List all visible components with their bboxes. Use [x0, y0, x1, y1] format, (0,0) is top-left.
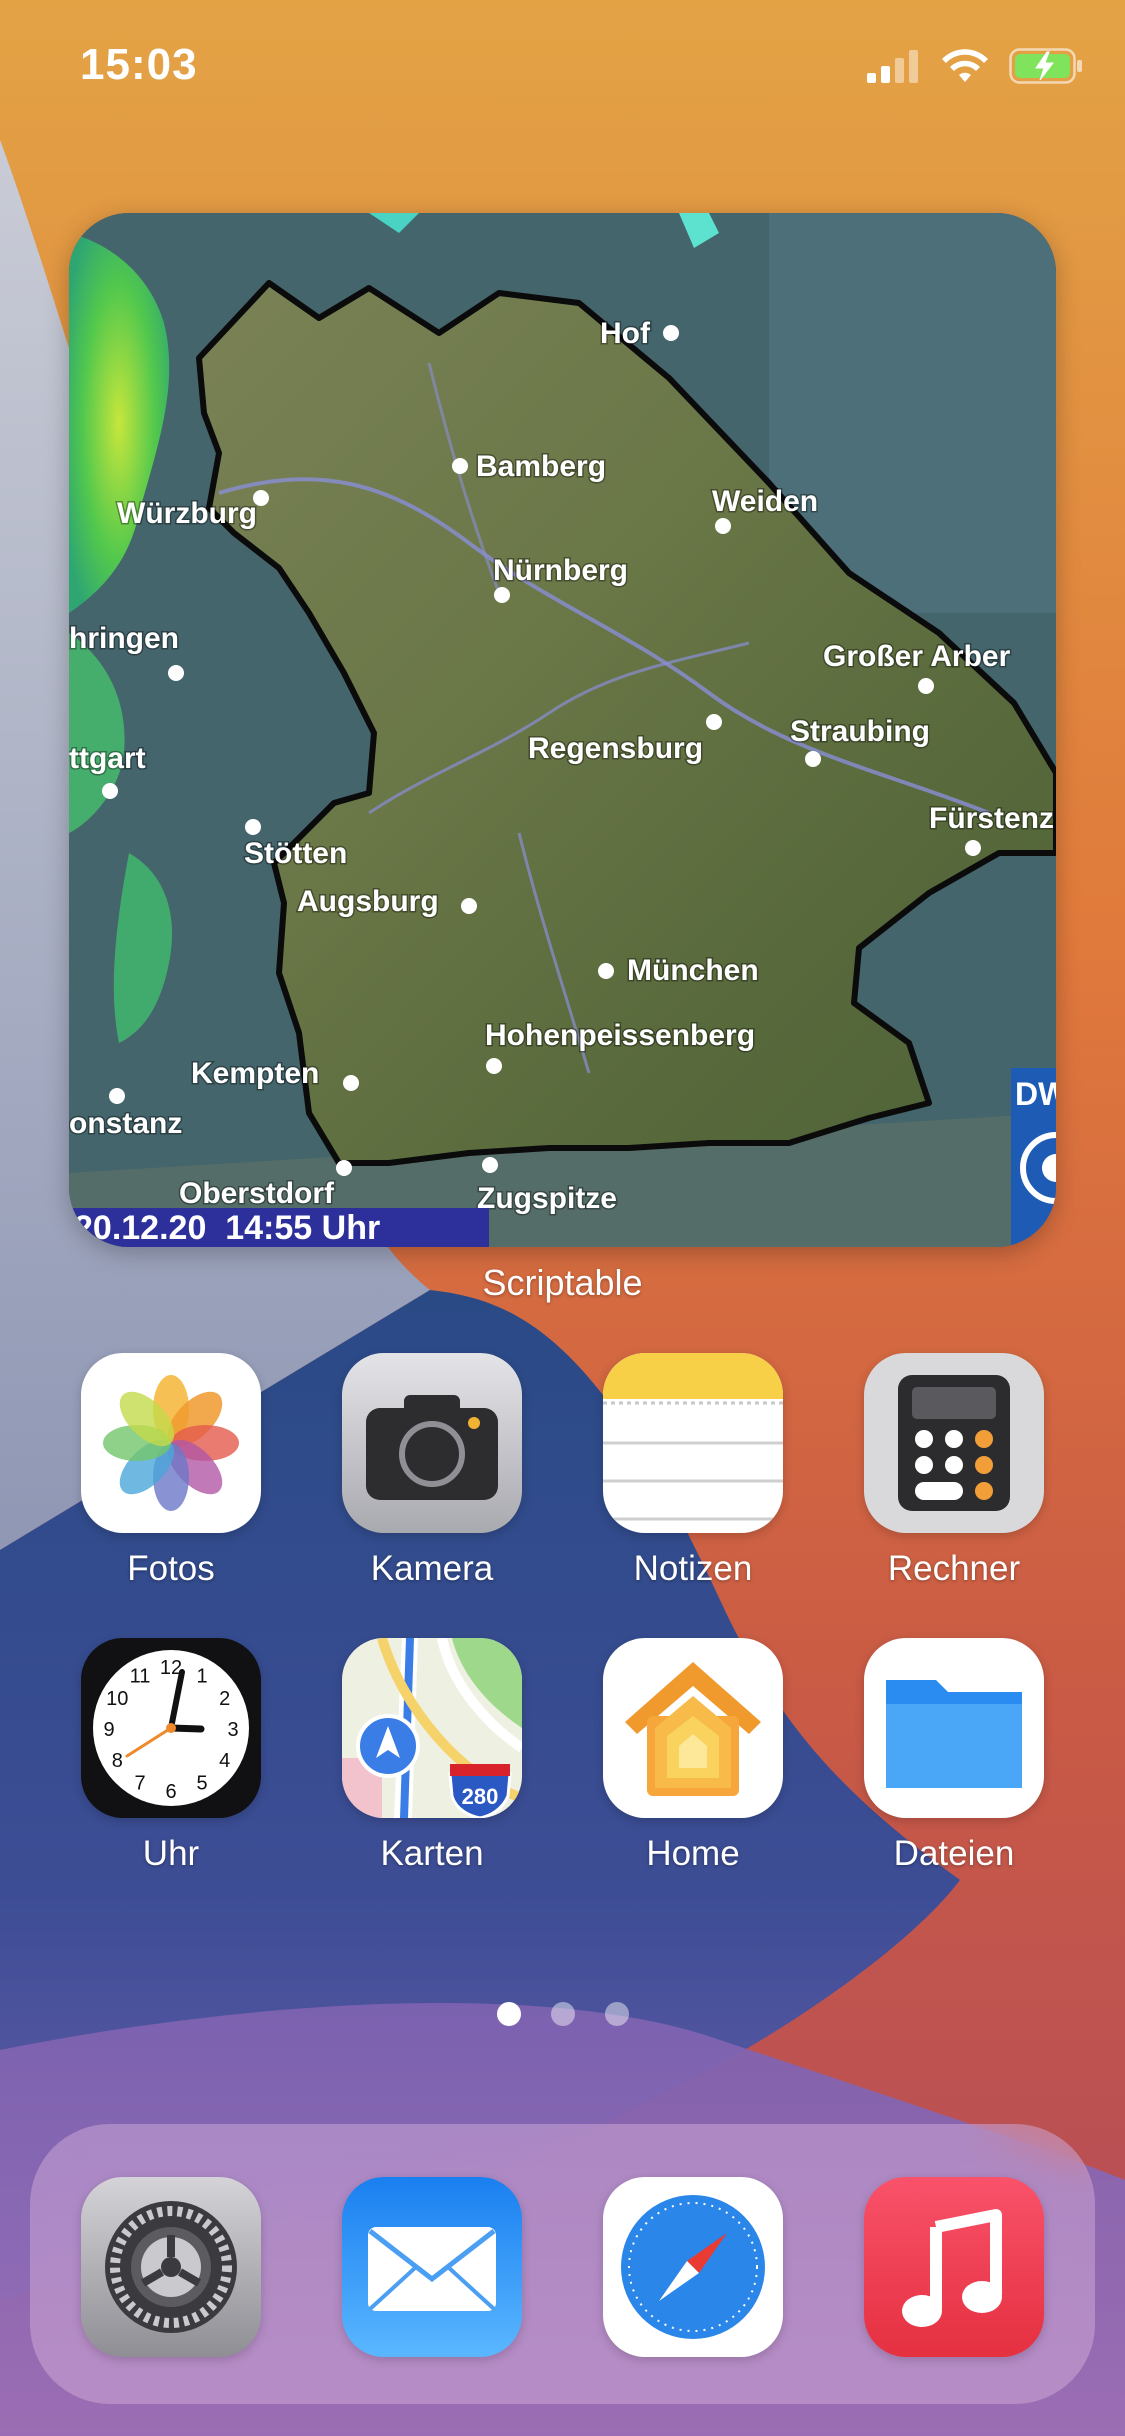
- clock-numeral: 9: [103, 1719, 114, 1741]
- map-city-onstanz: onstanz: [69, 1107, 182, 1140]
- app-kamera[interactable]: Kamera: [342, 1353, 522, 1589]
- dock-app-safari[interactable]: [603, 2177, 783, 2357]
- map-city-kempten: Kempten: [191, 1057, 319, 1090]
- map-city-hringen: hringen: [69, 622, 179, 655]
- map-city-straubing: Straubing: [790, 715, 930, 748]
- dock: [30, 2124, 1095, 2404]
- map-city-ttgart: ttgart: [69, 742, 146, 775]
- page-indicator[interactable]: [0, 2002, 1125, 2026]
- files-icon: [864, 1638, 1044, 1818]
- cellular-signal-icon: [867, 50, 918, 83]
- clock-numeral: 11: [130, 1665, 151, 1687]
- calculator-icon: [864, 1353, 1044, 1533]
- clock-icon: 12 1 2 3 4 5 6 7 8 9 10 11: [81, 1638, 261, 1818]
- app-label-karten: Karten: [380, 1834, 484, 1873]
- status-time: 15:03: [80, 40, 198, 89]
- app-home[interactable]: Home: [603, 1638, 783, 1874]
- app-dateien[interactable]: Dateien: [864, 1638, 1044, 1874]
- app-label-fotos: Fotos: [127, 1549, 215, 1588]
- dwd-badge-text: DW: [1015, 1076, 1056, 1112]
- dock-app-settings[interactable]: [81, 2177, 261, 2357]
- map-city-muenchen: München: [627, 954, 759, 987]
- app-label-kamera: Kamera: [370, 1549, 494, 1588]
- clock-numeral: 4: [219, 1750, 230, 1772]
- map-city-fuerstenz: Fürstenz: [929, 802, 1054, 835]
- clock-numeral: 1: [196, 1665, 207, 1687]
- safari-icon: [603, 2177, 783, 2357]
- clock-numeral: 7: [134, 1773, 145, 1795]
- weather-radar-map: Hof Bamberg Würzburg Weiden Nürnberg hri…: [69, 213, 1056, 1247]
- home-screen: 15:03 Hof Bamberg Würzburg Weiden Nürnbe…: [0, 0, 1125, 2436]
- clock-numeral: 3: [227, 1719, 238, 1741]
- photos-icon: [81, 1353, 261, 1533]
- map-city-grosser-arber: Großer Arber: [823, 640, 1011, 673]
- app-rechner[interactable]: Rechner: [864, 1353, 1044, 1589]
- widget-label: Scriptable: [482, 1262, 643, 1303]
- app-label-uhr: Uhr: [142, 1834, 200, 1873]
- scriptable-widget[interactable]: Hof Bamberg Würzburg Weiden Nürnberg hri…: [69, 213, 1056, 1247]
- maps-icon: 280: [342, 1638, 522, 1818]
- map-city-stoetten: Stötten: [244, 837, 347, 870]
- app-notizen[interactable]: Notizen: [603, 1353, 783, 1589]
- app-fotos[interactable]: Fotos: [81, 1353, 261, 1589]
- dock-app-mail[interactable]: [342, 2177, 522, 2357]
- app-label-dateien: Dateien: [893, 1834, 1015, 1873]
- map-timestamp: 20.12.20 14:55 Uhr: [74, 1209, 380, 1247]
- clock-numeral: 5: [196, 1773, 207, 1795]
- music-icon: [864, 2177, 1044, 2357]
- page-dot-2[interactable]: [550, 2002, 575, 2026]
- map-city-nuernberg: Nürnberg: [493, 554, 628, 587]
- app-label-notizen: Notizen: [633, 1549, 753, 1588]
- clock-numeral: 10: [106, 1688, 128, 1710]
- clock-numeral: 2: [219, 1688, 230, 1710]
- app-uhr[interactable]: 12 1 2 3 4 5 6 7 8 9 10 11 Uhr: [81, 1638, 261, 1874]
- app-karten[interactable]: 280 Karten: [342, 1638, 522, 1874]
- map-city-hof: Hof: [600, 317, 651, 350]
- maps-highway-badge: 280: [462, 1784, 499, 1809]
- map-city-regensburg: Regensburg: [528, 732, 703, 765]
- map-city-zugspitze: Zugspitze: [477, 1182, 617, 1215]
- notes-icon: [603, 1353, 783, 1533]
- home-icon: [603, 1638, 783, 1818]
- map-city-weiden: Weiden: [712, 485, 818, 518]
- status-icons: [867, 48, 1085, 84]
- mail-icon: [342, 2177, 522, 2357]
- settings-icon: [81, 2177, 261, 2357]
- page-dot-1[interactable]: [496, 2002, 521, 2026]
- app-label-rechner: Rechner: [887, 1549, 1021, 1588]
- map-city-wuerzburg: Würzburg: [117, 497, 257, 530]
- clock-numeral: 6: [165, 1781, 176, 1803]
- wifi-icon: [942, 49, 988, 82]
- dock-app-music[interactable]: [864, 2177, 1044, 2357]
- battery-charging-icon: [1009, 48, 1082, 84]
- map-city-augsburg: Augsburg: [297, 885, 439, 918]
- page-dot-3[interactable]: [604, 2002, 629, 2026]
- map-city-hohenpeissenberg: Hohenpeissenberg: [485, 1019, 755, 1052]
- map-city-oberstdorf: Oberstdorf: [179, 1177, 335, 1210]
- map-city-bamberg: Bamberg: [476, 450, 606, 483]
- clock-numeral: 8: [112, 1750, 123, 1772]
- app-label-home: Home: [646, 1834, 740, 1873]
- camera-icon: [342, 1353, 522, 1533]
